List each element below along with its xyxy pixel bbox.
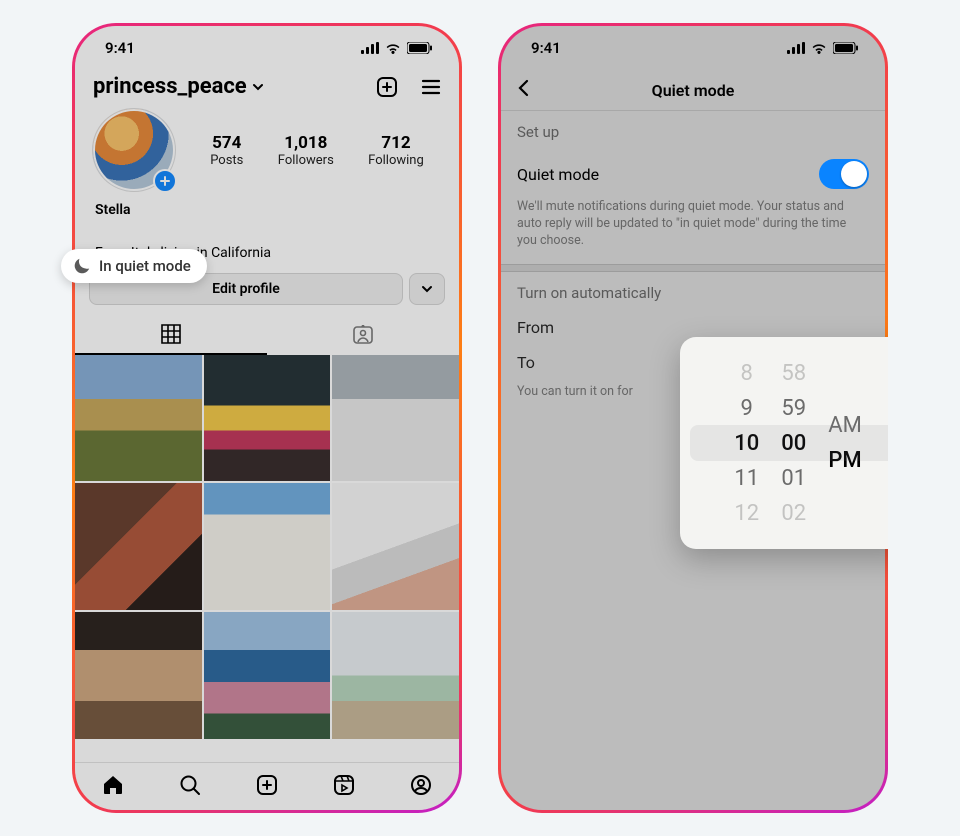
stat-posts[interactable]: 574 Posts — [210, 133, 243, 168]
cellular-icon — [787, 42, 805, 54]
section-divider — [501, 264, 885, 272]
photo-tile[interactable] — [204, 355, 331, 482]
picker-minute-option[interactable]: 58 — [781, 361, 806, 386]
back-button[interactable] — [515, 79, 533, 101]
status-indicators — [787, 42, 859, 54]
picker-hour-option[interactable]: 8 — [741, 361, 753, 386]
bottom-nav — [75, 762, 459, 810]
nav-search[interactable] — [178, 773, 202, 801]
username-text: princess_peace — [93, 74, 247, 99]
wifi-icon — [811, 42, 827, 54]
chevron-down-icon — [420, 282, 434, 296]
create-post-button[interactable] — [375, 75, 399, 99]
photo-tile[interactable] — [332, 612, 459, 739]
stat-posts-count: 574 — [210, 133, 243, 153]
nav-home[interactable] — [101, 773, 125, 801]
header-actions — [375, 75, 443, 99]
status-time: 9:41 — [105, 39, 135, 57]
stat-following-label: Following — [368, 153, 424, 168]
plus-square-icon — [375, 75, 399, 99]
tab-grid[interactable] — [75, 313, 267, 355]
profile-stats-row: 574 Posts 1,018 Followers 712 Following — [75, 105, 459, 195]
moon-icon — [73, 257, 91, 275]
picker-minute-option[interactable]: 59 — [781, 396, 806, 421]
photo-tile[interactable] — [75, 612, 202, 739]
settings-header: Quiet mode — [501, 70, 885, 110]
reels-icon — [332, 773, 356, 797]
picker-hour-option[interactable]: 9 — [741, 396, 753, 421]
photo-grid — [75, 355, 459, 739]
status-time: 9:41 — [531, 39, 561, 57]
nav-profile[interactable] — [409, 773, 433, 801]
plus-icon — [159, 175, 171, 187]
stat-following-count: 712 — [368, 133, 424, 153]
photo-tile[interactable] — [204, 612, 331, 739]
stat-following[interactable]: 712 Following — [368, 133, 424, 168]
nav-create[interactable] — [255, 773, 279, 801]
menu-button[interactable] — [419, 75, 443, 99]
quiet-mode-toggle-label: Quiet mode — [517, 165, 599, 184]
battery-icon — [833, 42, 859, 54]
profile-header: princess_peace — [75, 70, 459, 105]
picker-minute-option[interactable]: 02 — [781, 501, 806, 526]
discover-people-button[interactable] — [409, 273, 445, 305]
photo-tile[interactable] — [204, 483, 331, 610]
phone-profile: 9:41 princess_peace — [72, 23, 462, 813]
quiet-mode-description: We'll mute notifications during quiet mo… — [501, 199, 885, 264]
home-icon — [101, 773, 125, 797]
profile-stats: 574 Posts 1,018 Followers 712 Following — [193, 133, 441, 168]
from-label: From — [517, 318, 554, 337]
battery-icon — [407, 42, 433, 54]
section-setup-label: Set up — [501, 111, 885, 149]
cellular-icon — [361, 42, 379, 54]
section-auto-label: Turn on automatically — [501, 272, 885, 310]
stat-followers-count: 1,018 — [278, 133, 334, 153]
profile-icon — [409, 773, 433, 797]
stat-followers[interactable]: 1,018 Followers — [278, 133, 334, 168]
to-label: To — [517, 353, 535, 372]
nav-reels[interactable] — [332, 773, 356, 801]
picker-minute-option[interactable]: 01 — [781, 466, 806, 491]
person-tag-icon — [351, 322, 375, 346]
stat-posts-label: Posts — [210, 153, 243, 168]
status-bar: 9:41 — [501, 26, 885, 70]
display-name: Stella — [95, 201, 439, 220]
phone-settings: 9:41 Quiet mode Set up Quiet mode We'll … — [498, 23, 888, 813]
avatar[interactable] — [93, 109, 175, 191]
stat-followers-label: Followers — [278, 153, 334, 168]
quiet-pill-spacer — [95, 222, 439, 244]
status-bar: 9:41 — [75, 26, 459, 70]
quiet-mode-badge: In quiet mode — [61, 249, 207, 283]
wifi-icon — [385, 42, 401, 54]
username-dropdown[interactable]: princess_peace — [93, 74, 265, 99]
edit-profile-label: Edit profile — [212, 281, 280, 297]
search-icon — [178, 773, 202, 797]
profile-tabs — [75, 313, 459, 355]
settings-title: Quiet mode — [652, 81, 735, 100]
hamburger-icon — [419, 75, 443, 99]
tab-tagged[interactable] — [267, 313, 459, 355]
picker-hour-option[interactable]: 12 — [734, 501, 759, 526]
screen-profile: 9:41 princess_peace — [75, 26, 459, 810]
picker-hour-option[interactable]: 11 — [734, 466, 759, 491]
chevron-left-icon — [515, 79, 533, 97]
avatar-add-badge[interactable] — [153, 169, 177, 193]
grid-icon — [160, 323, 182, 345]
photo-tile[interactable] — [332, 483, 459, 610]
quiet-mode-label: In quiet mode — [99, 257, 191, 275]
quiet-mode-toggle[interactable] — [819, 159, 869, 189]
time-picker[interactable]: 8 9 10 11 12 58 59 00 01 02 AM PM — [680, 337, 888, 549]
photo-tile[interactable] — [332, 355, 459, 482]
plus-square-icon — [255, 773, 279, 797]
status-indicators — [361, 42, 433, 54]
photo-tile[interactable] — [75, 355, 202, 482]
chevron-down-icon — [251, 80, 265, 94]
quiet-mode-toggle-row: Quiet mode — [501, 149, 885, 199]
picker-selection-bar — [690, 425, 888, 461]
photo-tile[interactable] — [75, 483, 202, 610]
